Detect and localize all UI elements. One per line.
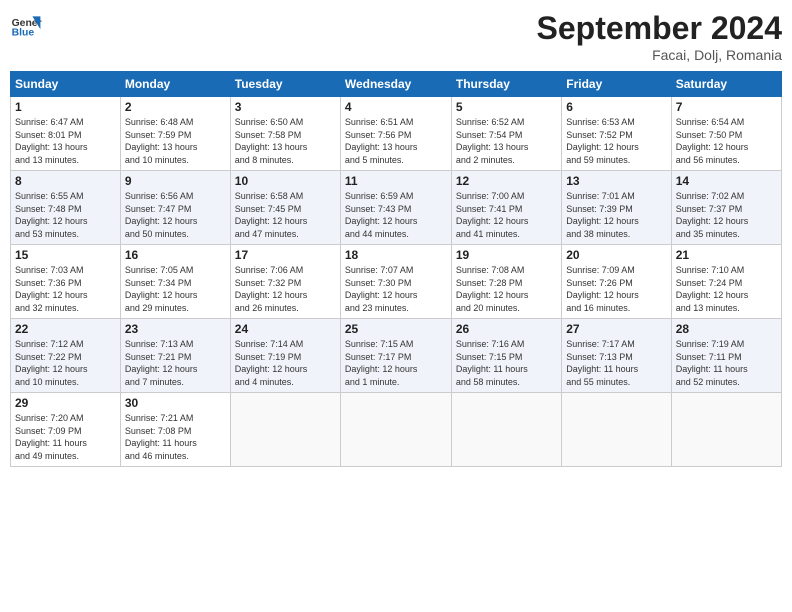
table-row: 16Sunrise: 7:05 AMSunset: 7:34 PMDayligh…	[120, 245, 230, 319]
table-row: 24Sunrise: 7:14 AMSunset: 7:19 PMDayligh…	[230, 319, 340, 393]
col-monday: Monday	[120, 72, 230, 97]
table-row: 12Sunrise: 7:00 AMSunset: 7:41 PMDayligh…	[451, 171, 561, 245]
table-row	[340, 393, 451, 467]
table-row: 9Sunrise: 6:56 AMSunset: 7:47 PMDaylight…	[120, 171, 230, 245]
table-row: 7Sunrise: 6:54 AMSunset: 7:50 PMDaylight…	[671, 97, 781, 171]
page-header: General Blue September 2024 Facai, Dolj,…	[10, 10, 782, 63]
table-row: 3Sunrise: 6:50 AMSunset: 7:58 PMDaylight…	[230, 97, 340, 171]
logo: General Blue	[10, 10, 42, 42]
col-saturday: Saturday	[671, 72, 781, 97]
table-row: 21Sunrise: 7:10 AMSunset: 7:24 PMDayligh…	[671, 245, 781, 319]
calendar-header-row: Sunday Monday Tuesday Wednesday Thursday…	[11, 72, 782, 97]
table-row: 28Sunrise: 7:19 AMSunset: 7:11 PMDayligh…	[671, 319, 781, 393]
table-row: 2Sunrise: 6:48 AMSunset: 7:59 PMDaylight…	[120, 97, 230, 171]
table-row: 26Sunrise: 7:16 AMSunset: 7:15 PMDayligh…	[451, 319, 561, 393]
table-row: 22Sunrise: 7:12 AMSunset: 7:22 PMDayligh…	[11, 319, 121, 393]
table-row: 19Sunrise: 7:08 AMSunset: 7:28 PMDayligh…	[451, 245, 561, 319]
col-thursday: Thursday	[451, 72, 561, 97]
table-row: 23Sunrise: 7:13 AMSunset: 7:21 PMDayligh…	[120, 319, 230, 393]
table-row: 14Sunrise: 7:02 AMSunset: 7:37 PMDayligh…	[671, 171, 781, 245]
table-row: 20Sunrise: 7:09 AMSunset: 7:26 PMDayligh…	[562, 245, 671, 319]
table-row: 25Sunrise: 7:15 AMSunset: 7:17 PMDayligh…	[340, 319, 451, 393]
table-row: 10Sunrise: 6:58 AMSunset: 7:45 PMDayligh…	[230, 171, 340, 245]
table-row: 6Sunrise: 6:53 AMSunset: 7:52 PMDaylight…	[562, 97, 671, 171]
table-row: 17Sunrise: 7:06 AMSunset: 7:32 PMDayligh…	[230, 245, 340, 319]
calendar-table: Sunday Monday Tuesday Wednesday Thursday…	[10, 71, 782, 467]
table-row: 29Sunrise: 7:20 AMSunset: 7:09 PMDayligh…	[11, 393, 121, 467]
table-row: 4Sunrise: 6:51 AMSunset: 7:56 PMDaylight…	[340, 97, 451, 171]
month-title: September 2024	[537, 10, 782, 47]
col-wednesday: Wednesday	[340, 72, 451, 97]
table-row: 5Sunrise: 6:52 AMSunset: 7:54 PMDaylight…	[451, 97, 561, 171]
table-row	[562, 393, 671, 467]
col-tuesday: Tuesday	[230, 72, 340, 97]
table-row: 1Sunrise: 6:47 AMSunset: 8:01 PMDaylight…	[11, 97, 121, 171]
table-row: 11Sunrise: 6:59 AMSunset: 7:43 PMDayligh…	[340, 171, 451, 245]
table-row: 15Sunrise: 7:03 AMSunset: 7:36 PMDayligh…	[11, 245, 121, 319]
title-block: September 2024 Facai, Dolj, Romania	[537, 10, 782, 63]
table-row	[671, 393, 781, 467]
table-row: 30Sunrise: 7:21 AMSunset: 7:08 PMDayligh…	[120, 393, 230, 467]
table-row	[230, 393, 340, 467]
table-row: 13Sunrise: 7:01 AMSunset: 7:39 PMDayligh…	[562, 171, 671, 245]
table-row	[451, 393, 561, 467]
col-friday: Friday	[562, 72, 671, 97]
location: Facai, Dolj, Romania	[537, 47, 782, 63]
svg-text:Blue: Blue	[12, 28, 35, 39]
logo-icon: General Blue	[10, 10, 42, 42]
table-row: 18Sunrise: 7:07 AMSunset: 7:30 PMDayligh…	[340, 245, 451, 319]
table-row: 8Sunrise: 6:55 AMSunset: 7:48 PMDaylight…	[11, 171, 121, 245]
table-row: 27Sunrise: 7:17 AMSunset: 7:13 PMDayligh…	[562, 319, 671, 393]
col-sunday: Sunday	[11, 72, 121, 97]
